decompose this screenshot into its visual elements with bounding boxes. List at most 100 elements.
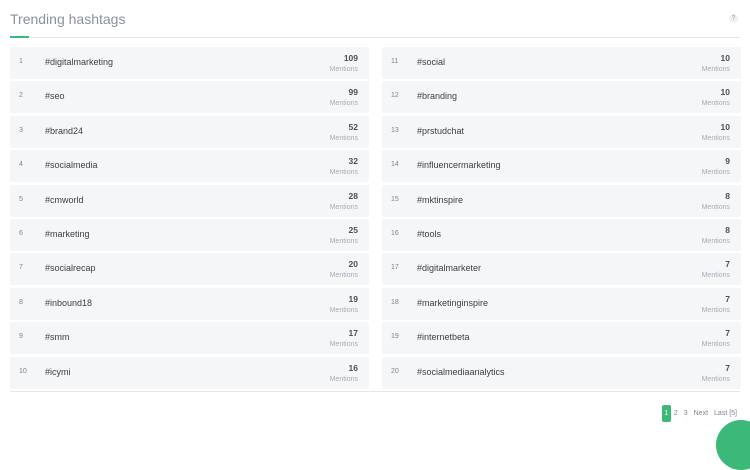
hashtag-label[interactable]: #marketinginspire bbox=[417, 298, 488, 308]
mentions-label: Mentions bbox=[329, 66, 358, 73]
header-accent-bar bbox=[10, 36, 29, 38]
hashtag-label[interactable]: #marketing bbox=[45, 229, 90, 239]
hashtag-rank: 10 bbox=[19, 367, 27, 375]
hashtag-row[interactable]: 12 #branding 10 Mentions bbox=[382, 81, 741, 114]
mention-count: 16 bbox=[348, 362, 358, 373]
mention-count: 9 bbox=[725, 156, 730, 167]
hashtag-label[interactable]: #cmworld bbox=[45, 195, 84, 205]
mention-count: 17 bbox=[348, 328, 358, 339]
hashtag-rank: 6 bbox=[19, 229, 23, 237]
mentions-label: Mentions bbox=[329, 306, 358, 314]
mention-count: 8 bbox=[725, 190, 730, 201]
hashtag-rank: 12 bbox=[391, 92, 399, 100]
hashtag-row[interactable]: 10 #icymi 16 Mentions bbox=[10, 356, 369, 389]
mentions-label: Mentions bbox=[329, 169, 358, 177]
page-1-button[interactable]: 1 bbox=[661, 405, 671, 422]
mention-count: 7 bbox=[725, 293, 730, 304]
footer-divider bbox=[10, 391, 740, 392]
hashtag-label[interactable]: #seo bbox=[45, 91, 65, 101]
hashtag-list-right: 11 #social 10 Mentions 12 #branding 10 Mentions… bbox=[382, 47, 741, 391]
mention-count: 20 bbox=[348, 259, 358, 270]
hashtag-list-left: 1 #digitalmarketing 109 Mentions 2 #seo 99 Ment… bbox=[10, 47, 369, 391]
mention-count: 109 bbox=[343, 53, 358, 63]
hashtag-row[interactable]: 13 #prstudchat 10 Mentions bbox=[382, 115, 741, 148]
hashtag-row[interactable]: 15 #mktinspire 8 Mentions bbox=[382, 184, 741, 217]
hashtag-rank: 15 bbox=[391, 195, 399, 203]
hashtag-label[interactable]: #branding bbox=[417, 91, 457, 101]
mentions-label: Mentions bbox=[329, 134, 358, 142]
hashtag-row[interactable]: 6 #marketing 25 Mentions bbox=[10, 218, 369, 251]
hashtag-label[interactable]: #influencermarketing bbox=[417, 160, 501, 170]
hashtag-rank: 13 bbox=[391, 126, 399, 134]
hashtag-row[interactable]: 17 #digitalmarketer 7 Mentions bbox=[382, 253, 741, 286]
hashtag-label[interactable]: #socialmedia bbox=[45, 160, 98, 170]
hashtag-row[interactable]: 16 #tools 8 Mentions bbox=[382, 218, 741, 251]
hashtag-row[interactable]: 2 #seo 99 Mentions bbox=[10, 81, 369, 114]
mentions-label: Mentions bbox=[329, 375, 358, 383]
hashtag-rank: 9 bbox=[19, 333, 23, 341]
hashtag-label[interactable]: #mktinspire bbox=[417, 195, 463, 205]
hashtag-row[interactable]: 1 #digitalmarketing 109 Mentions bbox=[10, 47, 369, 79]
hashtag-row[interactable]: 9 #smm 17 Mentions bbox=[10, 322, 369, 355]
mentions-label: Mentions bbox=[329, 237, 358, 245]
hashtag-label[interactable]: #icymi bbox=[45, 367, 71, 377]
hashtag-rank: 19 bbox=[391, 333, 399, 341]
hashtag-label[interactable]: #brand24 bbox=[45, 126, 83, 136]
mentions-label: Mentions bbox=[701, 341, 730, 349]
mention-count: 7 bbox=[725, 328, 730, 339]
hashtag-label[interactable]: #digitalmarketing bbox=[45, 57, 113, 67]
mentions-label: Mentions bbox=[701, 203, 730, 211]
page-2-button[interactable]: 2 bbox=[671, 405, 681, 422]
hashtag-label[interactable]: #socialrecap bbox=[45, 263, 96, 273]
hashtag-rank: 18 bbox=[391, 298, 399, 306]
hashtag-row[interactable]: 18 #marketinginspire 7 Mentions bbox=[382, 287, 741, 320]
next-page-button[interactable]: Next bbox=[691, 405, 711, 422]
hashtag-label[interactable]: #digitalmarketer bbox=[417, 263, 481, 273]
hashtag-label[interactable]: #internetbeta bbox=[417, 332, 470, 342]
hashtag-label[interactable]: #prstudchat bbox=[417, 126, 464, 136]
hashtag-row[interactable]: 11 #social 10 Mentions bbox=[382, 47, 741, 79]
hashtag-rank: 16 bbox=[391, 229, 399, 237]
mention-count: 8 bbox=[725, 224, 730, 235]
hashtag-row[interactable]: 20 #socialmediaanalytics 7 Mentions bbox=[382, 356, 741, 389]
mentions-label: Mentions bbox=[701, 375, 730, 383]
mention-count: 28 bbox=[348, 190, 358, 201]
hashtag-rank: 17 bbox=[391, 264, 399, 272]
mentions-label: Mentions bbox=[329, 100, 358, 108]
page-3-button[interactable]: 3 bbox=[681, 405, 691, 422]
hashtag-row[interactable]: 4 #socialmedia 32 Mentions bbox=[10, 150, 369, 183]
hashtag-rank: 5 bbox=[19, 195, 23, 203]
hashtag-rank: 20 bbox=[391, 367, 399, 375]
mentions-label: Mentions bbox=[329, 341, 358, 349]
hashtag-row[interactable]: 3 #brand24 52 Mentions bbox=[10, 115, 369, 148]
mentions-label: Mentions bbox=[701, 134, 730, 142]
hashtag-row[interactable]: 19 #internetbeta 7 Mentions bbox=[382, 322, 741, 355]
hashtag-label[interactable]: #socialmediaanalytics bbox=[417, 367, 505, 377]
panel-title: Trending hashtags bbox=[10, 11, 126, 27]
hashtag-label[interactable]: #inbound18 bbox=[45, 298, 92, 308]
help-icon[interactable]: ? bbox=[729, 14, 738, 23]
hashtag-rank: 3 bbox=[19, 126, 23, 134]
hashtag-label[interactable]: #social bbox=[417, 57, 445, 67]
mentions-label: Mentions bbox=[701, 169, 730, 177]
hashtag-row[interactable]: 5 #cmworld 28 Mentions bbox=[10, 184, 369, 217]
mentions-label: Mentions bbox=[329, 272, 358, 280]
hashtag-row[interactable]: 7 #socialrecap 20 Mentions bbox=[10, 253, 369, 286]
panel-header: Trending hashtags ? bbox=[10, 0, 740, 38]
mentions-label: Mentions bbox=[701, 100, 730, 108]
hashtag-rank: 7 bbox=[19, 264, 23, 272]
mention-count: 10 bbox=[720, 121, 730, 132]
hashtag-rank: 8 bbox=[19, 298, 23, 306]
mention-count: 10 bbox=[720, 87, 730, 98]
mention-count: 7 bbox=[725, 259, 730, 270]
hashtag-rank: 4 bbox=[19, 161, 23, 169]
hashtag-row[interactable]: 8 #inbound18 19 Mentions bbox=[10, 287, 369, 320]
mentions-label: Mentions bbox=[329, 203, 358, 211]
hashtag-label[interactable]: #tools bbox=[417, 229, 441, 239]
mention-count: 25 bbox=[348, 224, 358, 235]
mentions-label: Mentions bbox=[701, 66, 730, 73]
mentions-label: Mentions bbox=[701, 306, 730, 314]
hashtag-row[interactable]: 14 #influencermarketing 9 Mentions bbox=[382, 150, 741, 183]
hashtag-label[interactable]: #smm bbox=[45, 332, 70, 342]
floating-action-button[interactable] bbox=[716, 420, 750, 470]
